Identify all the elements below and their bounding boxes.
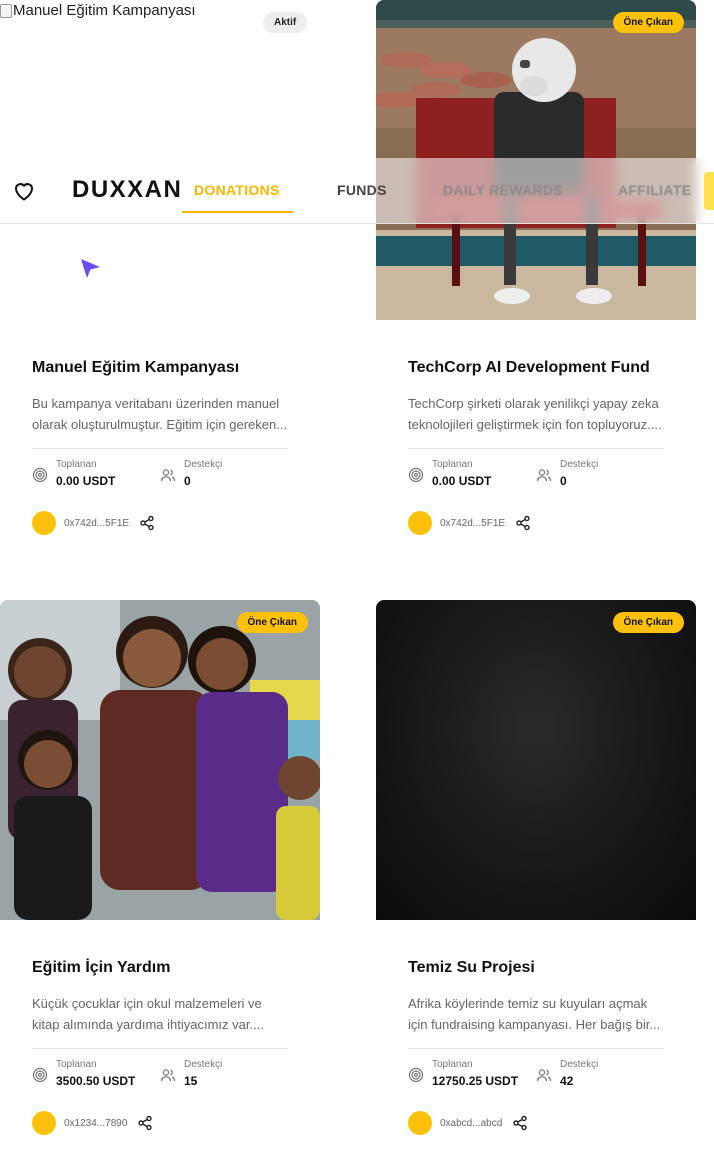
campaign-owner: 0x742d...5F1E bbox=[32, 511, 288, 535]
supporters-label: Destekçi bbox=[560, 1059, 599, 1070]
campaign-card[interactable]: Öne Çıkan Temiz Su Projesi Afrika köyler… bbox=[376, 600, 696, 1135]
share-icon[interactable] bbox=[137, 1115, 153, 1131]
campaign-stats: Toplanan 12750.25 USDT Destekçi 42 bbox=[408, 1059, 664, 1093]
wallet-address: 0x1234...7890 bbox=[64, 1117, 128, 1129]
campaign-owner: 0x742d...5F1E bbox=[408, 511, 664, 535]
supporters-label: Destekçi bbox=[184, 1059, 223, 1070]
users-icon bbox=[160, 1069, 176, 1082]
campaign-card[interactable]: Öne Çıkan Eğitim İçin Yardım Küçük çocuk… bbox=[0, 600, 320, 1135]
raised-value: 3500.50 USDT bbox=[56, 1074, 136, 1088]
target-icon bbox=[408, 467, 424, 483]
top-navbar: DUXXAN DONATIONS FUNDS DAILY REWARDS AFF… bbox=[0, 158, 714, 224]
campaign-description: Küçük çocuklar için okul malzemeleri ve … bbox=[32, 996, 264, 1032]
users-icon bbox=[536, 469, 552, 482]
campaign-description: Bu kampanya veritabanı üzerinden manuel … bbox=[32, 396, 288, 432]
raised-value: 0.00 USDT bbox=[432, 474, 492, 488]
campaign-owner: 0xabcd...abcd bbox=[408, 1111, 664, 1135]
target-icon bbox=[32, 467, 48, 483]
broken-image-icon bbox=[0, 3, 12, 18]
campaign-title[interactable]: Manuel Eğitim Kampanyası bbox=[32, 358, 288, 378]
campaign-image[interactable]: Öne Çıkan bbox=[376, 600, 696, 920]
supporters-stat: Destekçi 15 bbox=[160, 1059, 288, 1093]
supporters-stat: Destekçi 42 bbox=[536, 1059, 664, 1093]
share-icon[interactable] bbox=[512, 1115, 528, 1131]
campaign-description: TechCorp şirketi olarak yenilikçi yapay … bbox=[408, 396, 662, 432]
campaign-title[interactable]: Temiz Su Projesi bbox=[408, 958, 664, 978]
wallet-address: 0x742d...5F1E bbox=[64, 517, 130, 529]
share-icon[interactable] bbox=[515, 515, 531, 531]
target-icon bbox=[408, 1067, 424, 1083]
raised-label: Toplanan bbox=[432, 1059, 473, 1070]
target-icon bbox=[32, 1067, 48, 1083]
raised-value: 0.00 USDT bbox=[56, 474, 116, 488]
campaign-stats: Toplanan 0.00 USDT Destekçi 0 bbox=[32, 459, 288, 493]
campaign-owner: 0x1234...7890 bbox=[32, 1111, 288, 1135]
tab-donations[interactable]: DONATIONS bbox=[194, 182, 280, 198]
supporters-stat: Destekçi 0 bbox=[536, 459, 664, 493]
avatar bbox=[408, 511, 432, 535]
campaign-description: Afrika köylerinde temiz su kuyuları açma… bbox=[408, 996, 661, 1032]
campaign-card[interactable]: Öne Çıkan TechCorp AI Development Fund T… bbox=[376, 0, 696, 535]
cursor-icon bbox=[78, 256, 104, 282]
supporters-label: Destekçi bbox=[184, 459, 223, 470]
divider bbox=[32, 1048, 288, 1049]
featured-badge: Öne Çıkan bbox=[236, 612, 308, 633]
campaign-title[interactable]: TechCorp AI Development Fund bbox=[408, 358, 664, 378]
brand-logo[interactable]: DUXXAN bbox=[72, 176, 182, 204]
broken-image-alt: Manuel Eğitim Kampanyası bbox=[0, 2, 196, 19]
campaign-title[interactable]: Eğitim İçin Yardım bbox=[32, 958, 288, 978]
featured-badge: Öne Çıkan bbox=[612, 612, 684, 633]
users-icon bbox=[160, 469, 176, 482]
raised-stat: Toplanan 12750.25 USDT bbox=[408, 1059, 536, 1093]
connect-button-edge[interactable] bbox=[704, 172, 714, 210]
campaign-stats: Toplanan 3500.50 USDT Destekçi 15 bbox=[32, 1059, 288, 1093]
campaign-stats: Toplanan 0.00 USDT Destekçi 0 bbox=[408, 459, 664, 493]
supporters-stat: Destekçi 0 bbox=[160, 459, 288, 493]
raised-stat: Toplanan 0.00 USDT bbox=[32, 459, 160, 493]
supporters-value: 42 bbox=[560, 1074, 574, 1088]
heart-icon[interactable] bbox=[12, 179, 36, 203]
status-badge: Aktif bbox=[263, 12, 308, 33]
avatar bbox=[32, 1111, 56, 1135]
avatar bbox=[408, 1111, 432, 1135]
tab-daily-rewards[interactable]: DAILY REWARDS bbox=[443, 182, 563, 198]
raised-label: Toplanan bbox=[432, 459, 473, 470]
divider bbox=[408, 448, 664, 449]
raised-label: Toplanan bbox=[56, 1059, 97, 1070]
avatar bbox=[32, 511, 56, 535]
wallet-address: 0x742d...5F1E bbox=[440, 517, 506, 529]
featured-badge: Öne Çıkan bbox=[612, 12, 684, 33]
supporters-value: 0 bbox=[184, 474, 191, 488]
supporters-value: 0 bbox=[560, 474, 567, 488]
campaign-card[interactable]: Manuel Eğitim Kampanyası Aktif Manuel Eğ… bbox=[0, 0, 320, 535]
share-icon[interactable] bbox=[139, 515, 155, 531]
supporters-value: 15 bbox=[184, 1074, 198, 1088]
raised-label: Toplanan bbox=[56, 459, 97, 470]
children-photo bbox=[0, 600, 320, 920]
tab-funds[interactable]: FUNDS bbox=[337, 182, 387, 198]
supporters-label: Destekçi bbox=[560, 459, 599, 470]
campaign-image[interactable]: Öne Çıkan bbox=[0, 600, 320, 920]
divider bbox=[32, 448, 288, 449]
users-icon bbox=[536, 1069, 552, 1082]
wallet-address: 0xabcd...abcd bbox=[440, 1117, 503, 1129]
raised-stat: Toplanan 3500.50 USDT bbox=[32, 1059, 160, 1093]
tab-affiliate[interactable]: AFFILIATE bbox=[618, 182, 691, 198]
navbar-background bbox=[0, 158, 376, 223]
image-alt-text: Manuel Eğitim Kampanyası bbox=[13, 2, 196, 19]
raised-stat: Toplanan 0.00 USDT bbox=[408, 459, 536, 493]
divider bbox=[408, 1048, 664, 1049]
active-tab-indicator bbox=[182, 211, 293, 213]
raised-value: 12750.25 USDT bbox=[432, 1074, 519, 1088]
